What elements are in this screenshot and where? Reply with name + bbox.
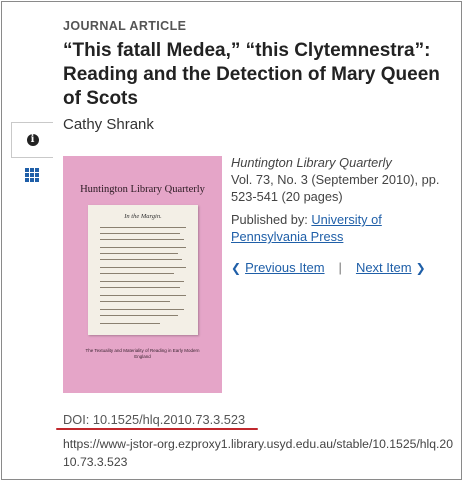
cover-title: Huntington Library Quarterly (80, 184, 205, 195)
content-type-label: JOURNAL ARTICLE (63, 19, 187, 33)
chevron-right-icon[interactable]: ❯ (416, 261, 426, 275)
grid-icon (24, 168, 39, 182)
publication-meta: Huntington Library Quarterly Vol. 73, No… (231, 154, 456, 245)
journal-name: Huntington Library Quarterly (231, 155, 392, 170)
cover-page-heading: In the Margin. (124, 213, 162, 220)
previous-item-link[interactable]: Previous Item (245, 260, 324, 275)
stable-url: https://www-jstor-org.ezproxy1.library.u… (63, 437, 453, 469)
article-title: “This fatall Medea,” “this Clytemnestra”… (63, 40, 440, 109)
publisher-line: Published by: University of Pennsylvania… (231, 211, 456, 245)
chevron-left-icon[interactable]: ❮ (231, 261, 241, 275)
tab-info[interactable]: i (11, 122, 53, 158)
next-item-link[interactable]: Next Item (356, 260, 412, 275)
item-navigation: ❮ Previous Item | Next Item ❯ (231, 260, 426, 275)
cover-page-illustration: In the Margin. (88, 205, 198, 335)
nav-separator: | (338, 260, 342, 275)
article-author: Cathy Shrank (63, 116, 154, 133)
published-by-label: Published by: (231, 212, 312, 227)
cover-footer-text: The Textuality and Materiality of Readin… (85, 348, 200, 359)
article-panel: JOURNAL ARTICLE “This fatall Medea,” “th… (1, 1, 462, 480)
red-underline-annotation (56, 428, 258, 430)
doi-text: DOI: 10.1525/hlq.2010.73.3.523 (63, 412, 246, 427)
tab-contents[interactable] (11, 158, 52, 192)
journal-cover-image: Huntington Library Quarterly In the Marg… (63, 156, 222, 393)
info-icon: i (26, 134, 39, 146)
volume-info: Vol. 73, No. 3 (September 2010), pp. 523… (231, 172, 440, 204)
